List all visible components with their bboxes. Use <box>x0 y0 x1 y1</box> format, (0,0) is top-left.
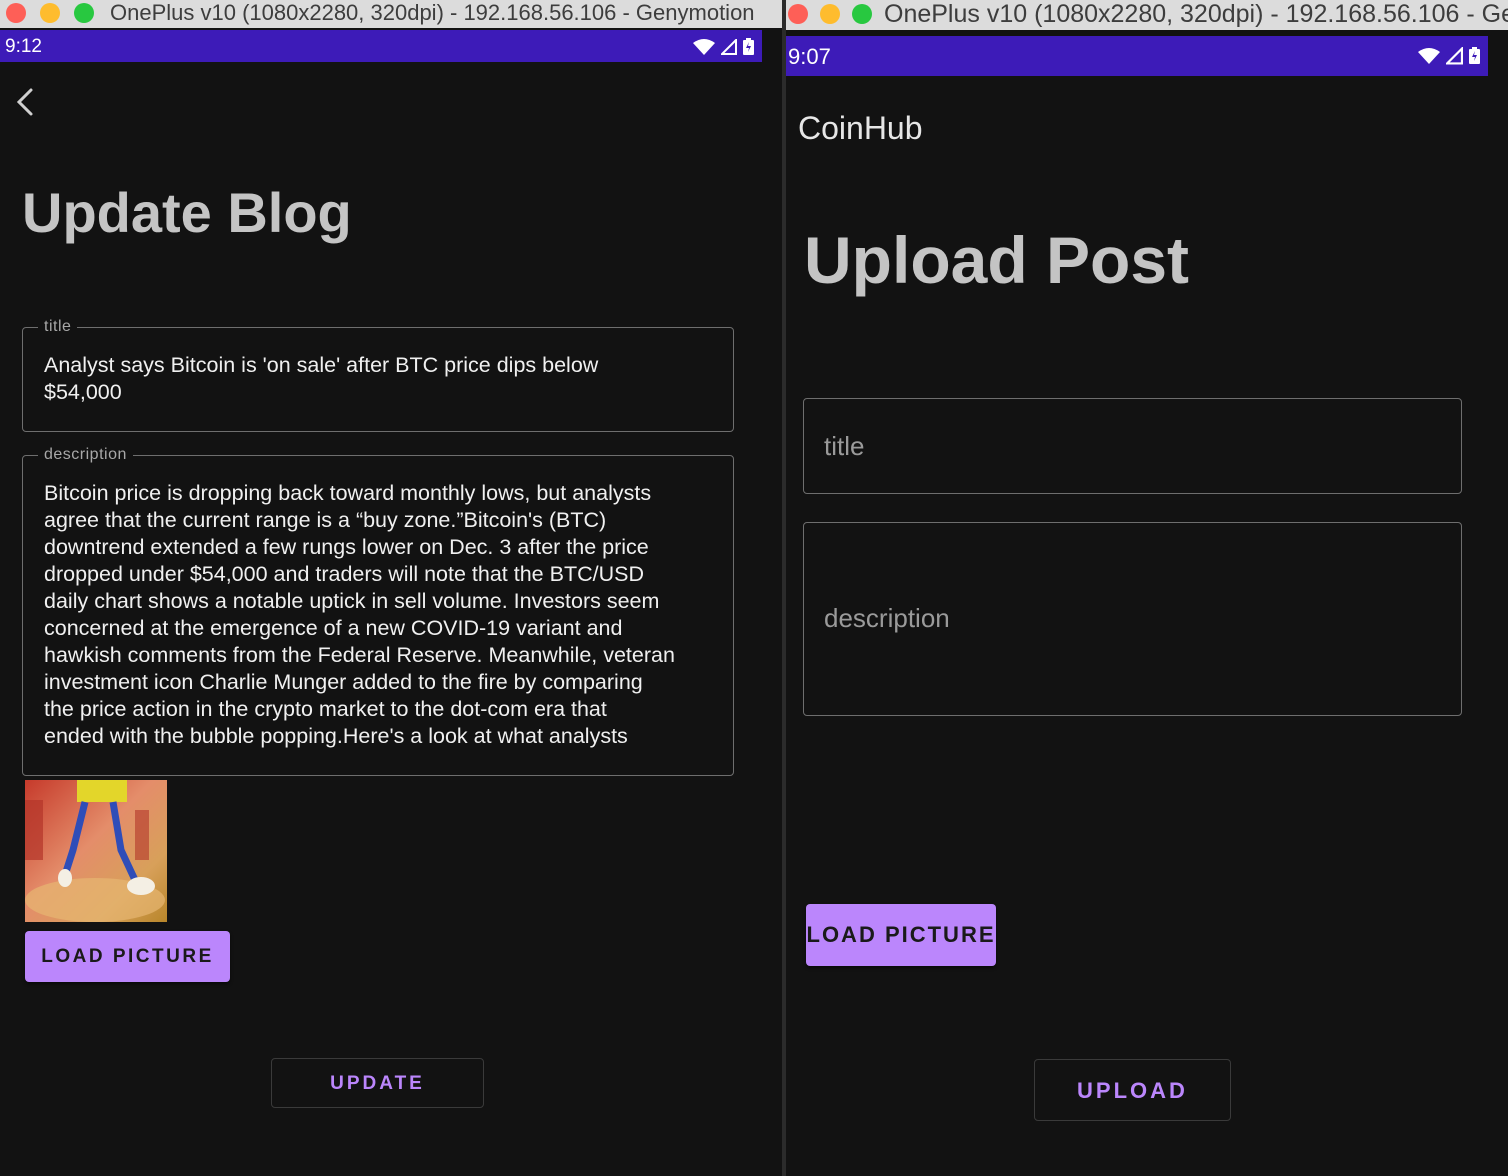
emulator-window-upload-post: OnePlus v10 (1080x2280, 320dpi) - 192.16… <box>786 0 1508 1176</box>
zoom-window-button[interactable] <box>852 4 872 24</box>
title-field[interactable]: title Analyst says Bitcoin is 'on sale' … <box>22 318 734 432</box>
page-title: Upload Post <box>804 223 1190 297</box>
description-field-value[interactable]: Bitcoin price is dropping back toward mo… <box>44 480 712 750</box>
window-title: OnePlus v10 (1080x2280, 320dpi) - 192.16… <box>110 0 755 25</box>
upload-button[interactable]: UPLOAD <box>1034 1059 1231 1121</box>
title-input-placeholder: title <box>824 431 865 461</box>
description-field-label: description <box>44 446 127 463</box>
close-window-button[interactable] <box>788 4 808 24</box>
cellular-signal-icon <box>721 38 737 55</box>
page-title: Update Blog <box>22 181 352 244</box>
emulator-window-update-blog: OnePlus v10 (1080x2280, 320dpi) - 192.16… <box>0 0 782 1176</box>
status-bar: 9:12 <box>0 30 762 62</box>
status-time: 9:12 <box>5 36 42 57</box>
status-bar: 9:07 <box>786 36 1488 76</box>
window-title-bar: OnePlus v10 (1080x2280, 320dpi) - 192.16… <box>0 0 782 28</box>
load-picture-button[interactable]: LOAD PICTURE <box>25 931 230 982</box>
description-field[interactable]: description Bitcoin price is dropping ba… <box>22 446 734 776</box>
status-time: 9:07 <box>788 44 831 69</box>
title-field-value[interactable]: Analyst says Bitcoin is 'on sale' after … <box>44 352 712 406</box>
window-title: OnePlus v10 (1080x2280, 320dpi) - 192.16… <box>884 0 1508 28</box>
wifi-icon <box>693 38 715 55</box>
back-arrow-icon[interactable] <box>12 86 42 120</box>
title-field-label: title <box>44 318 72 335</box>
wifi-icon <box>1418 47 1440 64</box>
battery-icon <box>743 38 754 55</box>
description-input[interactable]: description <box>803 522 1462 716</box>
window-title-bar: OnePlus v10 (1080x2280, 320dpi) - 192.16… <box>786 0 1508 30</box>
zoom-window-button[interactable] <box>74 3 94 23</box>
app-name: CoinHub <box>798 110 923 146</box>
title-input[interactable]: title <box>803 398 1462 494</box>
minimize-window-button[interactable] <box>40 3 60 23</box>
load-picture-button[interactable]: LOAD PICTURE <box>806 904 996 966</box>
battery-icon <box>1469 47 1480 64</box>
update-button[interactable]: UPDATE <box>271 1058 484 1108</box>
blog-image-thumbnail <box>25 780 167 922</box>
description-input-placeholder: description <box>824 603 950 633</box>
status-icons <box>1418 46 1480 65</box>
close-window-button[interactable] <box>6 3 26 23</box>
cellular-signal-icon <box>1446 46 1463 64</box>
status-icons <box>693 38 754 55</box>
minimize-window-button[interactable] <box>820 4 840 24</box>
